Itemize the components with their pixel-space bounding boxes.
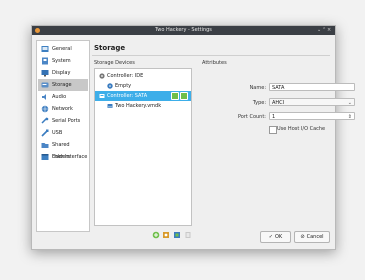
ok-button[interactable]: ✓ OK xyxy=(260,231,291,243)
properties-icon[interactable] xyxy=(173,231,181,239)
cancel-label: Cancel xyxy=(306,234,324,240)
storage-icon xyxy=(41,82,49,88)
add-attachment-icon[interactable] xyxy=(152,231,160,239)
name-value: SATA xyxy=(272,85,285,91)
chevron-down-icon: ⌄ xyxy=(347,100,352,106)
sidebar-item-audio[interactable]: Audio xyxy=(38,91,88,103)
controller-ide-icon xyxy=(99,73,105,79)
title-bar: Two Hackery - Settings ⌄⌃× xyxy=(32,26,335,35)
sidebar-item-label: Audio xyxy=(52,94,67,100)
attributes-label: Attributes xyxy=(202,60,227,66)
ok-label: OK xyxy=(274,234,283,240)
shared-folders-icon xyxy=(41,143,49,148)
add-controller-icon[interactable] xyxy=(162,231,170,239)
audio-icon xyxy=(42,94,46,100)
tree-item-label: Controller: IDE xyxy=(107,73,144,79)
sidebar-item-system[interactable]: System xyxy=(38,55,88,67)
tree-item-controller-ide[interactable]: Controller: IDE xyxy=(95,71,191,81)
name-field[interactable]: SATA xyxy=(269,83,355,91)
settings-sidebar: General System Display Storage Audio Net… xyxy=(36,40,90,232)
tree-item-label: Empty xyxy=(115,83,132,89)
sidebar-item-usb[interactable]: USB xyxy=(38,127,88,139)
network-icon xyxy=(41,105,49,113)
sidebar-item-storage[interactable]: Storage xyxy=(38,79,88,91)
general-icon xyxy=(41,46,49,52)
port-count-stepper[interactable]: 1 ⇕ xyxy=(269,112,355,120)
sidebar-item-label: User Interface xyxy=(52,154,88,160)
check-icon: ✓ xyxy=(268,234,273,240)
page-title: Storage xyxy=(94,44,126,52)
cancel-icon: ⊘ xyxy=(300,234,305,240)
display-icon xyxy=(41,70,49,77)
user-interface-icon xyxy=(41,154,49,160)
add-optical-drive-icon[interactable] xyxy=(171,92,179,100)
window-controls: ⌄⌃× xyxy=(317,26,332,35)
name-label: Name: xyxy=(249,85,266,91)
sidebar-item-display[interactable]: Display xyxy=(38,67,88,79)
tree-item-controller-sata[interactable]: Controller: SATA xyxy=(95,91,191,101)
sidebar-item-general[interactable]: General xyxy=(38,43,88,55)
sidebar-item-user-interface[interactable]: User Interface xyxy=(38,151,88,163)
tree-item-label: Two Hackery.vmdk xyxy=(115,103,162,109)
sidebar-item-label: Serial Ports xyxy=(52,118,81,124)
usb-icon xyxy=(41,129,49,137)
system-icon xyxy=(42,57,48,65)
close-icon[interactable]: × xyxy=(327,26,332,35)
sidebar-item-label: Network xyxy=(52,106,73,112)
port-count-label: Port Count: xyxy=(237,114,266,120)
cancel-button[interactable]: ⊘ Cancel xyxy=(294,231,330,243)
app-icon xyxy=(35,28,40,33)
storage-tree[interactable]: Controller: IDE Empty Controller: SATA T… xyxy=(94,68,192,226)
tree-item-empty-drive[interactable]: Empty xyxy=(95,81,191,91)
sidebar-item-shared-folders[interactable]: Shared Folders xyxy=(38,139,88,160)
type-value: AHCI xyxy=(272,100,285,106)
port-count-value: 1 xyxy=(272,114,276,120)
use-host-io-cache-label: Use Host I/O Cache xyxy=(277,126,326,132)
storage-page: Storage Storage Devices Controller: IDE … xyxy=(92,40,355,239)
remove-attachment-icon[interactable] xyxy=(184,231,192,239)
storage-devices-label: Storage Devices xyxy=(94,60,135,66)
sidebar-item-serial-ports[interactable]: Serial Ports xyxy=(38,115,88,127)
tree-item-label: Controller: SATA xyxy=(107,93,148,99)
hard-disk-icon xyxy=(107,104,113,108)
tree-item-hard-disk[interactable]: Two Hackery.vmdk xyxy=(95,101,191,111)
sidebar-item-label: Display xyxy=(52,70,71,76)
type-select[interactable]: AHCI ⌄ xyxy=(269,98,355,106)
use-host-io-cache-checkbox[interactable] xyxy=(269,126,277,134)
add-hard-disk-icon[interactable] xyxy=(180,92,188,100)
type-label: Type: xyxy=(252,100,266,106)
spin-arrows-icon: ⇕ xyxy=(347,114,352,120)
window-title: Two Hackery - Settings xyxy=(155,27,212,33)
sidebar-item-label: General xyxy=(52,46,72,52)
serial-ports-icon xyxy=(41,117,49,124)
optical-disc-icon xyxy=(107,83,113,89)
sidebar-item-network[interactable]: Network xyxy=(38,103,88,115)
settings-window: Two Hackery - Settings ⌄⌃× General Syste… xyxy=(31,25,355,250)
heading-divider xyxy=(92,55,330,56)
sidebar-item-label: USB xyxy=(52,130,63,136)
sidebar-item-label: Storage xyxy=(52,82,72,88)
sidebar-item-label: System xyxy=(52,58,71,64)
controller-sata-icon xyxy=(99,94,105,98)
